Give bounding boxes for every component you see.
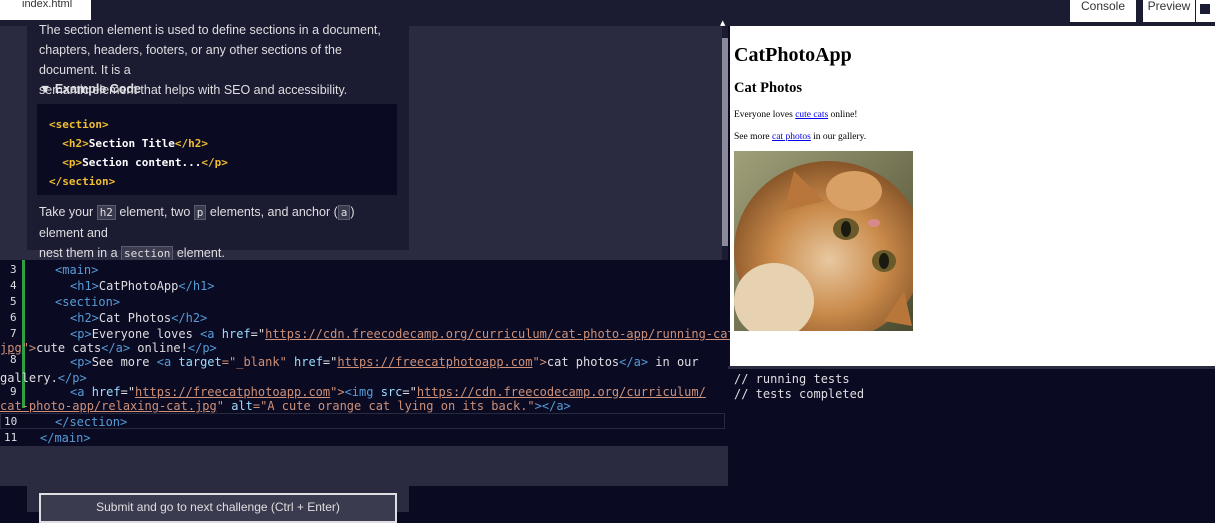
line-number: 4 [10, 279, 17, 292]
cat-photos-link[interactable]: cat photos [772, 132, 811, 142]
line-number: 11 [4, 431, 18, 444]
code-line-active: </section> [55, 415, 128, 429]
preview-heading: CatPhotoApp [734, 44, 852, 66]
instructions-scrollbar[interactable] [722, 26, 728, 260]
code-line: <main> [55, 263, 99, 277]
inline-code-section: section [121, 246, 174, 261]
code-line-wrap: cat-photo-app/relaxing-cat.jpg" alt="A c… [0, 399, 571, 413]
preview-paragraph-2: See more cat photos in our gallery. [734, 132, 867, 142]
preview-subheading: Cat Photos [734, 80, 803, 96]
file-tab-index-html[interactable]: index.html [0, 0, 91, 20]
example-code-block: <section> <h2>Section Title</h2> <p>Sect… [37, 104, 397, 195]
code-line: <section> [55, 295, 121, 309]
code-line: <section> [49, 118, 109, 131]
line-number: 5 [10, 295, 17, 308]
submit-area: Submit and go to next challenge (Ctrl + … [27, 472, 409, 523]
code-editor[interactable]: 3 4 5 6 7 8 9 10 11 <main> <h1>CatPhotoA… [0, 260, 749, 446]
cat-image[interactable] [734, 151, 913, 331]
console-output: // running tests // tests completed [728, 366, 1215, 486]
task-line-1: Take your h2 element, two p elements, an… [39, 205, 355, 240]
code-line: <h1>CatPhotoApp</h1> [70, 279, 215, 293]
submit-button[interactable]: Submit and go to next challenge (Ctrl + … [39, 493, 397, 523]
inline-code-h2: h2 [96, 205, 116, 220]
instructions-card: The section element is used to define se… [27, 23, 409, 261]
example-code-toggle[interactable]: ▼ Example Code [39, 79, 141, 99]
code-line: <p>Section content...</p> [49, 156, 228, 169]
inline-code-a: a [337, 205, 351, 220]
console-line: // tests completed [734, 387, 865, 401]
code-line: <p>See more <a target="_blank" href="htt… [70, 355, 699, 369]
layout-toggle-button[interactable] [1196, 0, 1215, 22]
preview-paragraph-1: Everyone loves cute cats online! [734, 110, 858, 120]
preview-button[interactable]: Preview [1143, 0, 1195, 22]
preview-pane: CatPhotoApp Cat Photos Everyone loves cu… [730, 26, 1215, 366]
scrollbar-thumb[interactable] [722, 38, 728, 246]
console-line: // running tests [734, 372, 850, 386]
line-number: 6 [10, 311, 17, 324]
line-number: 3 [10, 263, 17, 276]
code-line: <h2>Section Title</h2> [49, 137, 208, 150]
inline-code-p: p [193, 205, 207, 220]
cute-cats-link[interactable]: cute cats [795, 110, 828, 120]
code-line: <h2>Cat Photos</h2> [70, 311, 208, 325]
console-button[interactable]: Console [1070, 0, 1136, 22]
intro-line: The section element is used to define se… [39, 23, 381, 37]
cat-photo-illustration [734, 151, 913, 331]
square-icon [1200, 4, 1210, 14]
task-instructions: Take your h2 element, two p elements, an… [39, 202, 401, 264]
code-line: </section> [49, 175, 116, 188]
code-line: </main> [40, 431, 91, 445]
intro-line: chapters, headers, footers, or any other… [39, 43, 342, 77]
